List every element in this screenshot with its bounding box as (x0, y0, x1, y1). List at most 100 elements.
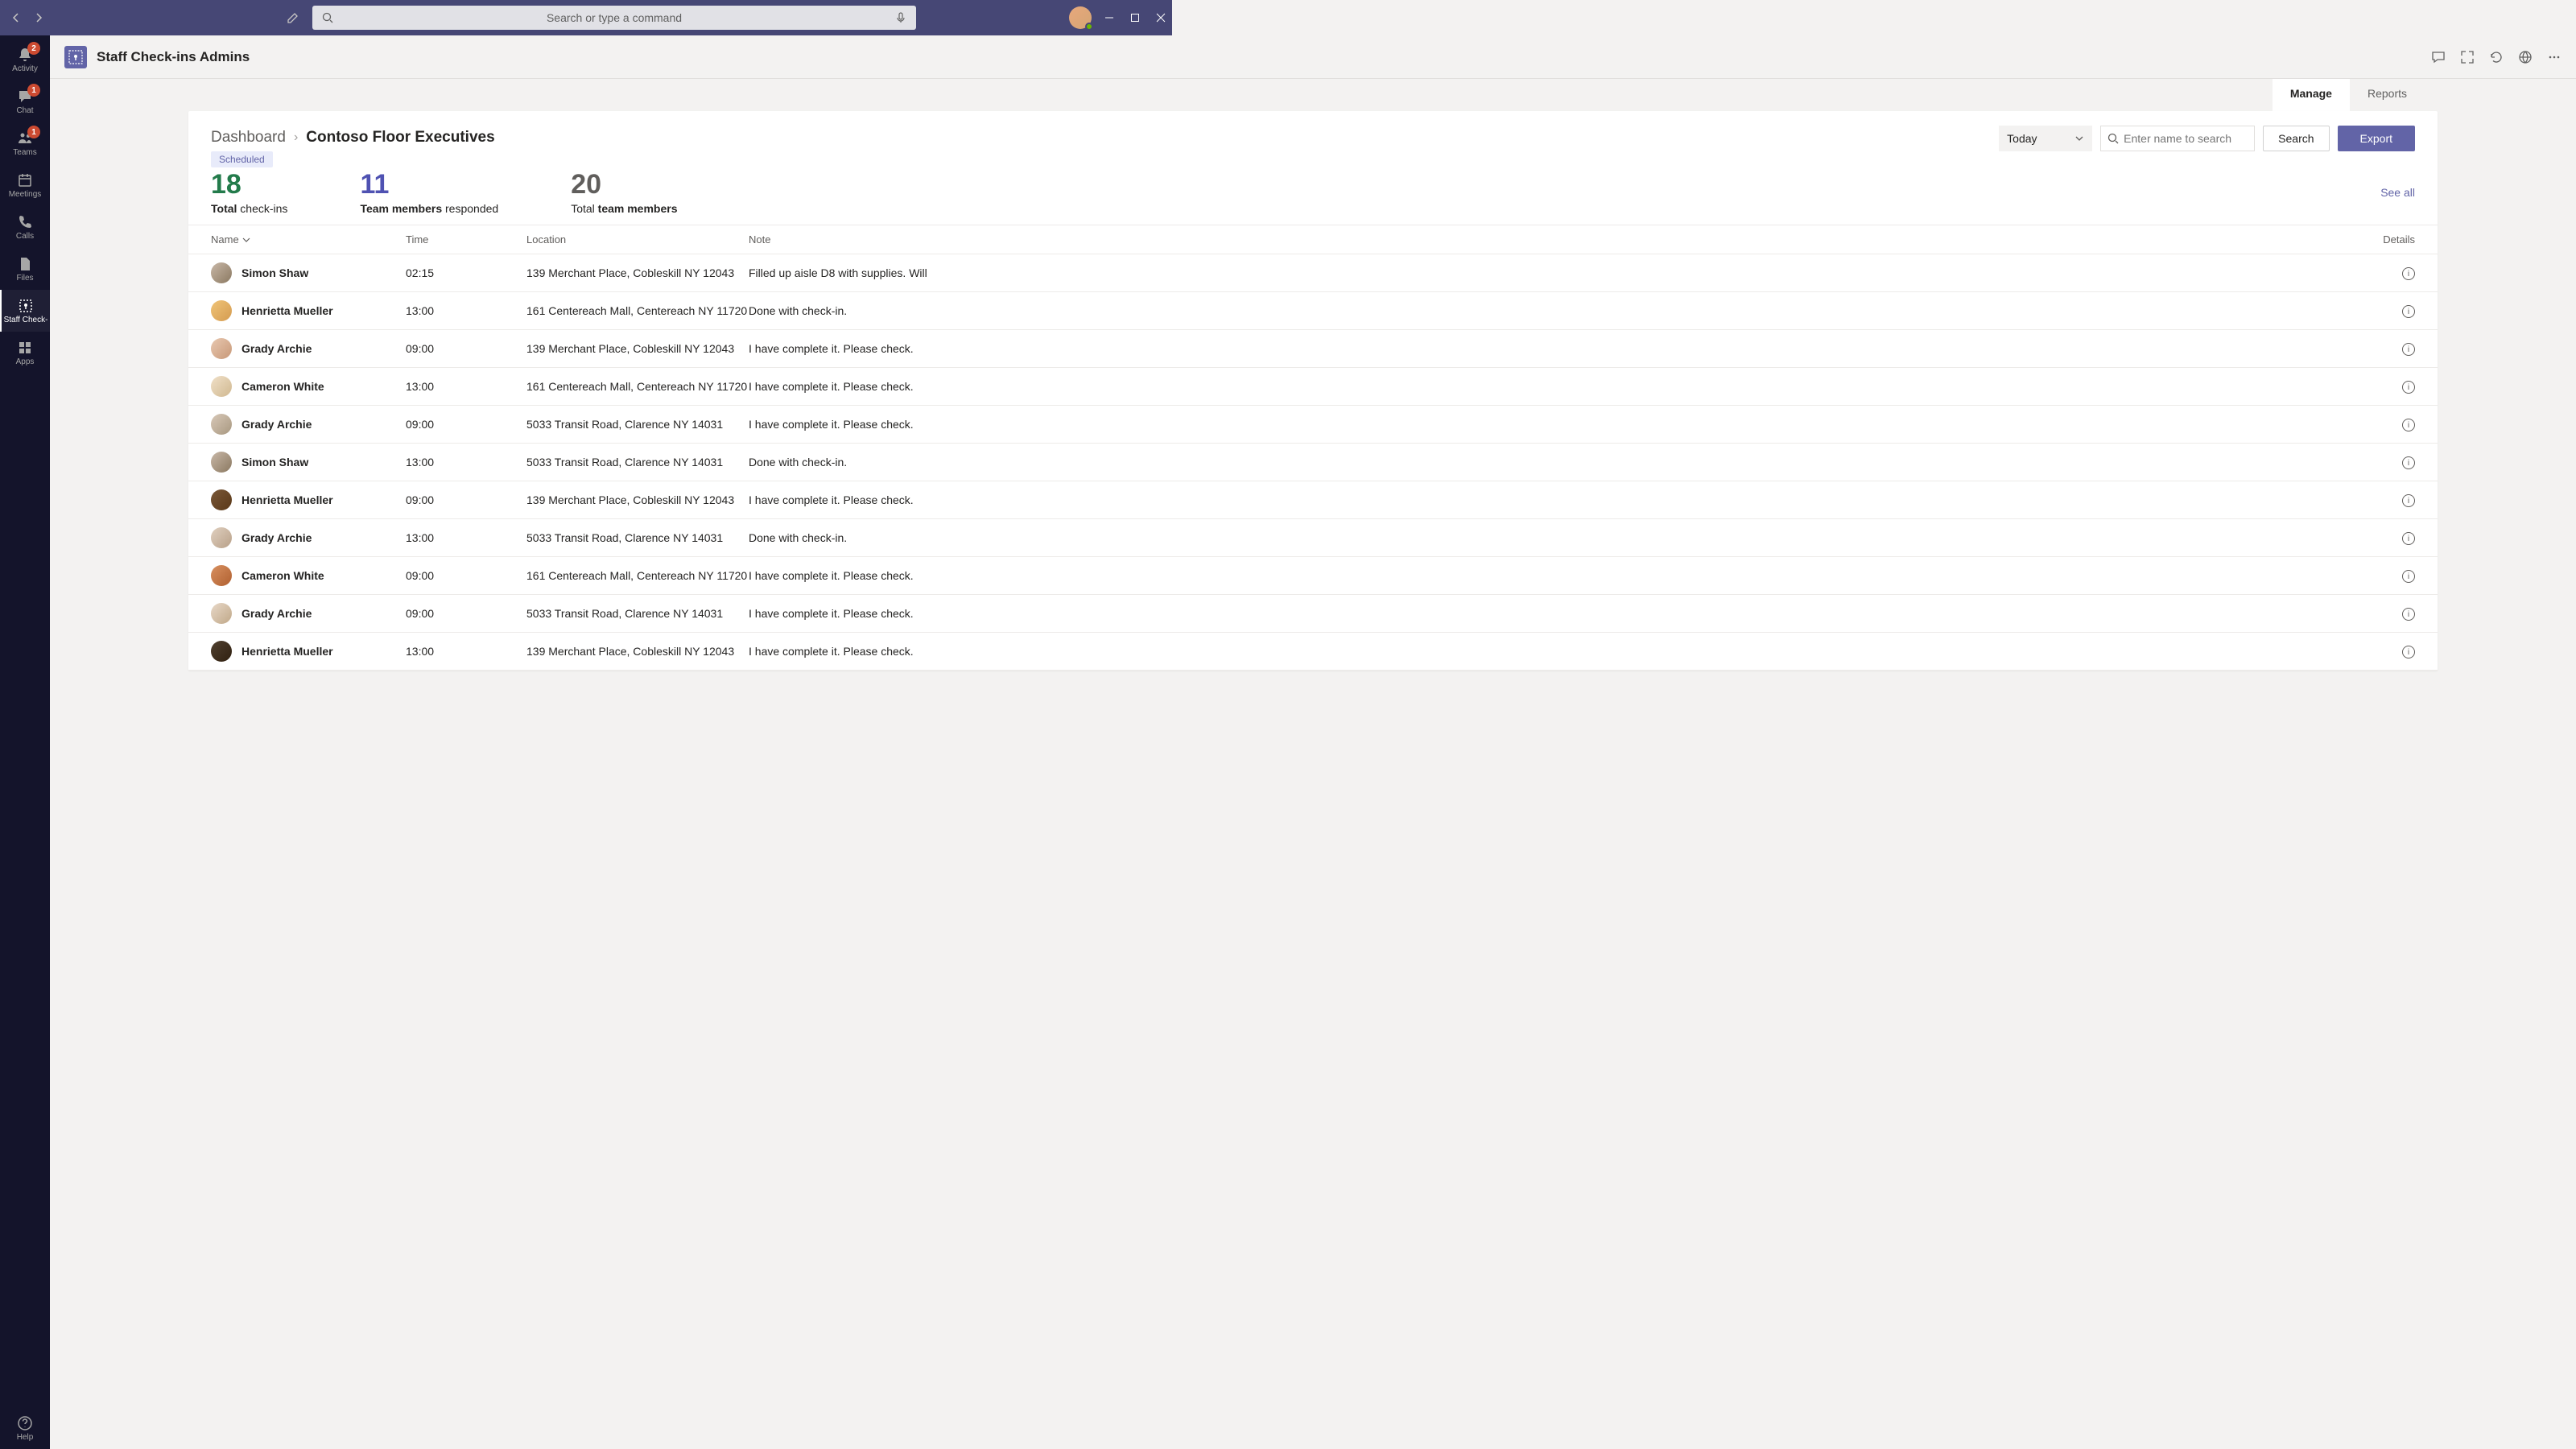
info-icon[interactable]: i (2402, 608, 2415, 621)
table-row[interactable]: Simon Shaw 13:00 5033 Transit Road, Clar… (188, 444, 2438, 481)
rail-apps[interactable]: Apps (0, 332, 50, 374)
search-button[interactable]: Search (2263, 126, 2329, 151)
row-location: 139 Merchant Place, Cobleskill NY 12043 (526, 645, 749, 658)
see-all-link[interactable]: See all (2380, 186, 2415, 199)
rail-activity[interactable]: 2 Activity (0, 39, 50, 80)
name-search-input[interactable] (2124, 132, 2269, 145)
nav-back-button[interactable] (6, 8, 26, 27)
table-row[interactable]: Cameron White 13:00 161 Centereach Mall,… (188, 368, 2438, 406)
col-header-time[interactable]: Time (406, 233, 526, 246)
table-row[interactable]: Cameron White 09:00 161 Centereach Mall,… (188, 557, 2438, 595)
table-row[interactable]: Grady Archie 09:00 139 Merchant Place, C… (188, 330, 2438, 368)
titlebar: Search or type a command (0, 0, 1172, 35)
search-icon (322, 12, 333, 23)
col-header-location[interactable]: Location (526, 233, 749, 246)
row-name: Grady Archie (242, 418, 312, 431)
export-button[interactable]: Export (2338, 126, 2415, 151)
info-icon[interactable]: i (2402, 343, 2415, 356)
rail-files[interactable]: Files (0, 248, 50, 290)
table-row[interactable]: Simon Shaw 02:15 139 Merchant Place, Cob… (188, 254, 2438, 292)
row-time: 13:00 (406, 304, 526, 317)
user-avatar[interactable] (1069, 6, 1092, 29)
info-icon[interactable]: i (2402, 419, 2415, 431)
compose-icon[interactable] (280, 5, 306, 31)
apps-icon (17, 340, 33, 356)
chevron-down-icon (242, 236, 250, 244)
info-icon[interactable]: i (2402, 456, 2415, 469)
search-icon (2107, 133, 2119, 144)
more-icon[interactable] (2547, 50, 2562, 64)
table-row[interactable]: Henrietta Mueller 09:00 139 Merchant Pla… (188, 481, 2438, 519)
mic-icon[interactable] (895, 12, 906, 23)
tab-reports[interactable]: Reports (2350, 79, 2425, 111)
row-name: Grady Archie (242, 531, 312, 544)
row-note: I have complete it. Please check. (749, 569, 2367, 582)
presence-available-icon (1085, 23, 1093, 31)
rail-meetings[interactable]: Meetings (0, 164, 50, 206)
info-icon[interactable]: i (2402, 570, 2415, 583)
name-search-field[interactable] (2100, 126, 2255, 151)
date-dropdown[interactable]: Today (1999, 126, 2092, 151)
row-note: I have complete it. Please check. (749, 607, 2367, 620)
rail-label: Activity (12, 64, 38, 73)
app-logo-icon (64, 46, 87, 68)
avatar (211, 452, 232, 473)
rail-teams[interactable]: 1 Teams (0, 122, 50, 164)
info-icon[interactable]: i (2402, 305, 2415, 318)
checkins-table: Name Time Location Note Details Simon Sh… (188, 225, 2438, 671)
globe-icon[interactable] (2518, 50, 2533, 64)
row-location: 139 Merchant Place, Cobleskill NY 12043 (526, 266, 749, 279)
rail-label: Help (17, 1433, 34, 1442)
avatar (211, 603, 232, 624)
stat-members-responded: 11 Team members responded (360, 169, 498, 215)
row-name: Simon Shaw (242, 456, 308, 469)
rail-label: Apps (16, 357, 35, 366)
rail-label: Chat (16, 106, 33, 115)
stat-label: Team members responded (360, 202, 498, 215)
global-search[interactable]: Search or type a command (312, 6, 916, 30)
stat-label: Total check-ins (211, 202, 287, 215)
status-chip: Scheduled (211, 151, 273, 167)
content-area: Dashboard › Contoso Floor Executives Sch… (50, 111, 2576, 1449)
table-row[interactable]: Henrietta Mueller 13:00 161 Centereach M… (188, 292, 2438, 330)
rail-help[interactable]: Help (0, 1407, 50, 1449)
info-icon[interactable]: i (2402, 267, 2415, 280)
rail-chat[interactable]: 1 Chat (0, 80, 50, 122)
stat-total-checkins: 18 Total check-ins (211, 169, 287, 215)
info-icon[interactable]: i (2402, 381, 2415, 394)
table-row[interactable]: Grady Archie 13:00 5033 Transit Road, Cl… (188, 519, 2438, 557)
nav-forward-button[interactable] (29, 8, 48, 27)
avatar (211, 262, 232, 283)
avatar (211, 489, 232, 510)
tab-manage[interactable]: Manage (2273, 79, 2350, 111)
expand-icon[interactable] (2460, 50, 2475, 64)
info-icon[interactable]: i (2402, 494, 2415, 507)
info-icon[interactable]: i (2402, 646, 2415, 658)
avatar (211, 641, 232, 662)
rail-staff-checkins[interactable]: Staff Check- (0, 290, 50, 332)
window-maximize-button[interactable] (1130, 13, 1140, 23)
window-close-button[interactable] (1156, 13, 1166, 23)
row-note: I have complete it. Please check. (749, 418, 2367, 431)
row-name: Grady Archie (242, 607, 312, 620)
row-location: 139 Merchant Place, Cobleskill NY 12043 (526, 342, 749, 355)
row-location: 5033 Transit Road, Clarence NY 14031 (526, 418, 749, 431)
rail-label: Teams (13, 148, 36, 157)
col-header-note[interactable]: Note (749, 233, 2367, 246)
row-note: Done with check-in. (749, 531, 2367, 544)
conversation-icon[interactable] (2431, 50, 2446, 64)
info-icon[interactable]: i (2402, 532, 2415, 545)
row-location: 139 Merchant Place, Cobleskill NY 12043 (526, 493, 749, 506)
col-header-name[interactable]: Name (211, 233, 406, 246)
stat-total-members: 20 Total team members (571, 169, 677, 215)
window-minimize-button[interactable] (1104, 13, 1114, 23)
row-name: Grady Archie (242, 342, 312, 355)
refresh-icon[interactable] (2489, 50, 2504, 64)
table-header: Name Time Location Note Details (188, 225, 2438, 254)
rail-calls[interactable]: Calls (0, 206, 50, 248)
table-row[interactable]: Grady Archie 09:00 5033 Transit Road, Cl… (188, 595, 2438, 633)
table-row[interactable]: Grady Archie 09:00 5033 Transit Road, Cl… (188, 406, 2438, 444)
row-time: 09:00 (406, 607, 526, 620)
table-row[interactable]: Henrietta Mueller 13:00 139 Merchant Pla… (188, 633, 2438, 671)
breadcrumb-root[interactable]: Dashboard (211, 129, 286, 147)
